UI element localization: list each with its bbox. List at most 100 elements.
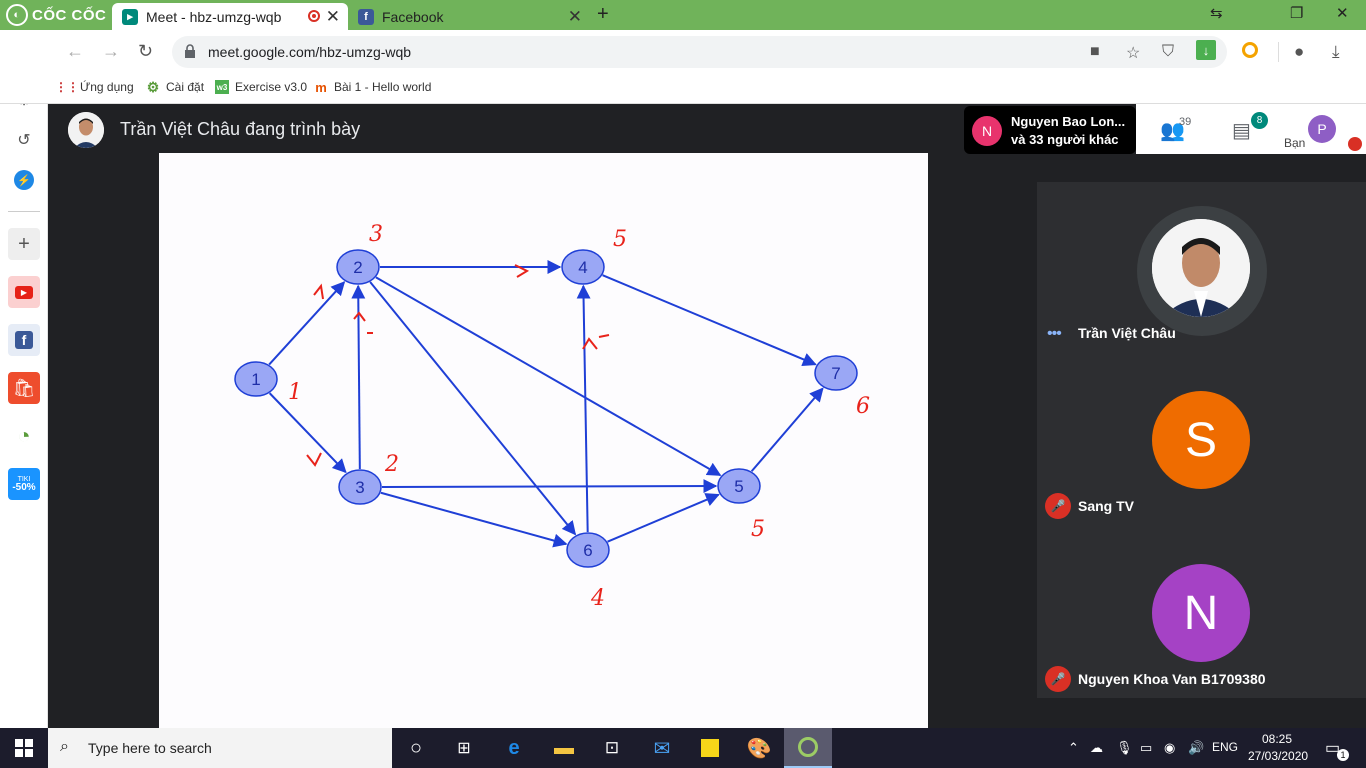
mail-icon[interactable]: ✉: [638, 728, 686, 768]
add-shortcut-icon[interactable]: +: [8, 228, 40, 260]
graph-node-label: 3: [355, 478, 364, 497]
battery-icon[interactable]: ▭: [1140, 740, 1152, 756]
participant-tile[interactable]: S 🎤 Sang TV: [1037, 362, 1366, 522]
graph-node-label: 4: [578, 258, 587, 277]
handwritten-note: 5: [751, 517, 765, 542]
messenger-icon[interactable]: ⚡: [8, 164, 40, 196]
paint-icon[interactable]: 🎨: [735, 728, 783, 768]
graph-diagram: 1234567 1325546: [234, 222, 870, 611]
tab-search-icon[interactable]: ⇆: [1210, 4, 1223, 22]
onedrive-icon[interactable]: ☁: [1090, 740, 1103, 756]
handwritten-note: 6: [856, 394, 870, 419]
handwritten-note: 2: [384, 452, 399, 477]
facebook-icon[interactable]: f: [8, 324, 40, 356]
bookmarks-bar: ⋮⋮ Ứng dụng ⚙ Cài đặt w3 Exercise v3.0 m…: [0, 74, 1366, 104]
participant-avatar: N: [1152, 564, 1250, 662]
downloads-icon[interactable]: ⤓: [1332, 42, 1340, 62]
sticky-notes-icon[interactable]: [686, 728, 734, 768]
participant-tile[interactable]: N 🎤 Nguyen Khoa Van B1709380: [1037, 536, 1366, 696]
bookmark-hello-world[interactable]: m Bài 1 - Hello world: [314, 79, 431, 95]
apps-grid-icon: ⋮⋮: [55, 80, 79, 94]
shopee-icon[interactable]: 🛍: [8, 372, 40, 404]
close-tab-icon[interactable]: ✕: [326, 7, 340, 27]
me-label: Bạn: [1284, 136, 1306, 150]
address-bar[interactable]: meet.google.com/hbz-umzg-wqb ■ ☆ ⛉ ↓: [172, 36, 1227, 68]
toolbar-divider: [1278, 42, 1279, 62]
taskbar-search[interactable]: ⌕ Type here to search: [48, 728, 392, 768]
me-avatar[interactable]: P: [1308, 115, 1336, 143]
facebook-favicon-icon: f: [358, 8, 374, 25]
profile-icon[interactable]: ●: [1294, 42, 1304, 62]
tab-facebook[interactable]: f Facebook ✕: [348, 3, 590, 30]
bookmark-exercise[interactable]: w3 Exercise v3.0: [215, 80, 307, 94]
graph-edge-4-7: [602, 274, 817, 367]
start-button[interactable]: [0, 728, 48, 768]
participant-tile[interactable]: ••• Trần Việt Châu: [1037, 182, 1366, 352]
participant-avatar: N: [972, 116, 1002, 146]
camera-icon[interactable]: ■: [1090, 43, 1100, 61]
presenter-avatar: [68, 112, 104, 148]
coccoc-menu-button[interactable]: ◐ CỐC CỐC: [6, 3, 106, 27]
bookmark-apps[interactable]: ⋮⋮ Ứng dụng: [55, 80, 134, 94]
edge-icon[interactable]: e: [490, 728, 538, 768]
graph-edge-6-5: [607, 493, 720, 543]
red-annotation-stroke: [598, 334, 610, 338]
bookmark-label: Cài đặt: [166, 80, 205, 94]
task-view-icon[interactable]: ⊞: [440, 728, 488, 768]
url-text: meet.google.com/hbz-umzg-wqb: [208, 44, 412, 60]
speaking-dots-icon: •••: [1047, 325, 1062, 342]
youtube-icon[interactable]: ▶: [8, 276, 40, 308]
muted-mic-icon: [1348, 137, 1362, 151]
shield-icon[interactable]: ⛉: [1162, 43, 1174, 61]
restore-window-button[interactable]: ❐: [1290, 4, 1303, 22]
close-tab-icon[interactable]: ✕: [568, 7, 582, 27]
microphone-icon[interactable]: 🎙: [1116, 740, 1133, 756]
red-annotation-stroke: [306, 452, 322, 467]
tiki-icon[interactable]: TIKI -50%: [8, 468, 40, 500]
volume-icon[interactable]: 🔊: [1188, 740, 1204, 756]
bookmark-settings[interactable]: ⚙ Cài đặt: [146, 79, 205, 95]
coccoc-extension-icon[interactable]: [1242, 42, 1258, 63]
handwritten-note: 5: [613, 227, 627, 252]
graph-node-label: 6: [583, 541, 592, 560]
course-icon: m: [315, 79, 327, 95]
other-participant-name: Nguyen Bao Lon...: [1011, 114, 1126, 129]
show-hidden-icons[interactable]: ⌃: [1068, 740, 1079, 756]
chat-icon[interactable]: ▤: [1232, 118, 1251, 143]
other-participants-pill[interactable]: N Nguyen Bao Lon... và 33 người khác: [964, 106, 1136, 154]
brand-label: CỐC CỐC: [32, 6, 107, 24]
network-icon[interactable]: ◉: [1164, 740, 1175, 756]
language-indicator[interactable]: ENG: [1212, 740, 1238, 754]
tab-facebook-label: Facebook: [382, 8, 444, 25]
participant-name: Trần Việt Châu: [1078, 325, 1176, 341]
coccoc-logo-icon: ◐: [6, 4, 28, 26]
download-extension-icon[interactable]: ↓: [1196, 40, 1216, 60]
tab-meet[interactable]: ▸ Meet - hbz-umzg-wqb ✕: [112, 3, 348, 30]
graph-edge-6-4: [576, 284, 591, 533]
history-icon[interactable]: ↺: [8, 124, 40, 156]
coccoc-taskbar-icon[interactable]: [784, 728, 832, 768]
clock-date[interactable]: 27/03/2020: [1248, 749, 1308, 763]
file-explorer-icon[interactable]: ▬: [540, 728, 588, 768]
graph-edge-5-7: [750, 387, 824, 472]
cortana-icon[interactable]: ○: [392, 728, 440, 768]
close-window-button[interactable]: ✕: [1336, 4, 1349, 22]
new-tab-button[interactable]: +: [597, 3, 609, 26]
w3-icon: w3: [215, 80, 229, 94]
red-annotation-stroke: [353, 311, 366, 322]
browser-sidebar: ▣ ⚙ ↺ ⚡ + ▶ f 🛍 ◔ TIKI -50%: [0, 30, 48, 728]
store-icon[interactable]: ⊡: [588, 728, 636, 768]
coccoc-extension-icon[interactable]: ◔: [8, 420, 40, 452]
participant-name: Sang TV: [1078, 498, 1135, 514]
people-count: 39: [1179, 116, 1192, 128]
back-button[interactable]: ←: [66, 41, 84, 62]
meet-area: Trần Việt Châu đang trình bày N Nguyen B…: [48, 104, 1366, 728]
forward-button[interactable]: →: [102, 41, 120, 62]
handwritten-note: 4: [590, 586, 605, 611]
clock-time[interactable]: 08:25: [1262, 732, 1292, 746]
bookmark-star-icon[interactable]: ☆: [1126, 43, 1140, 63]
chat-badge: 8: [1251, 112, 1268, 129]
graph-edge-2-5: [375, 276, 722, 477]
windows-logo-icon: [15, 739, 33, 757]
reload-button[interactable]: ↻: [138, 41, 153, 62]
